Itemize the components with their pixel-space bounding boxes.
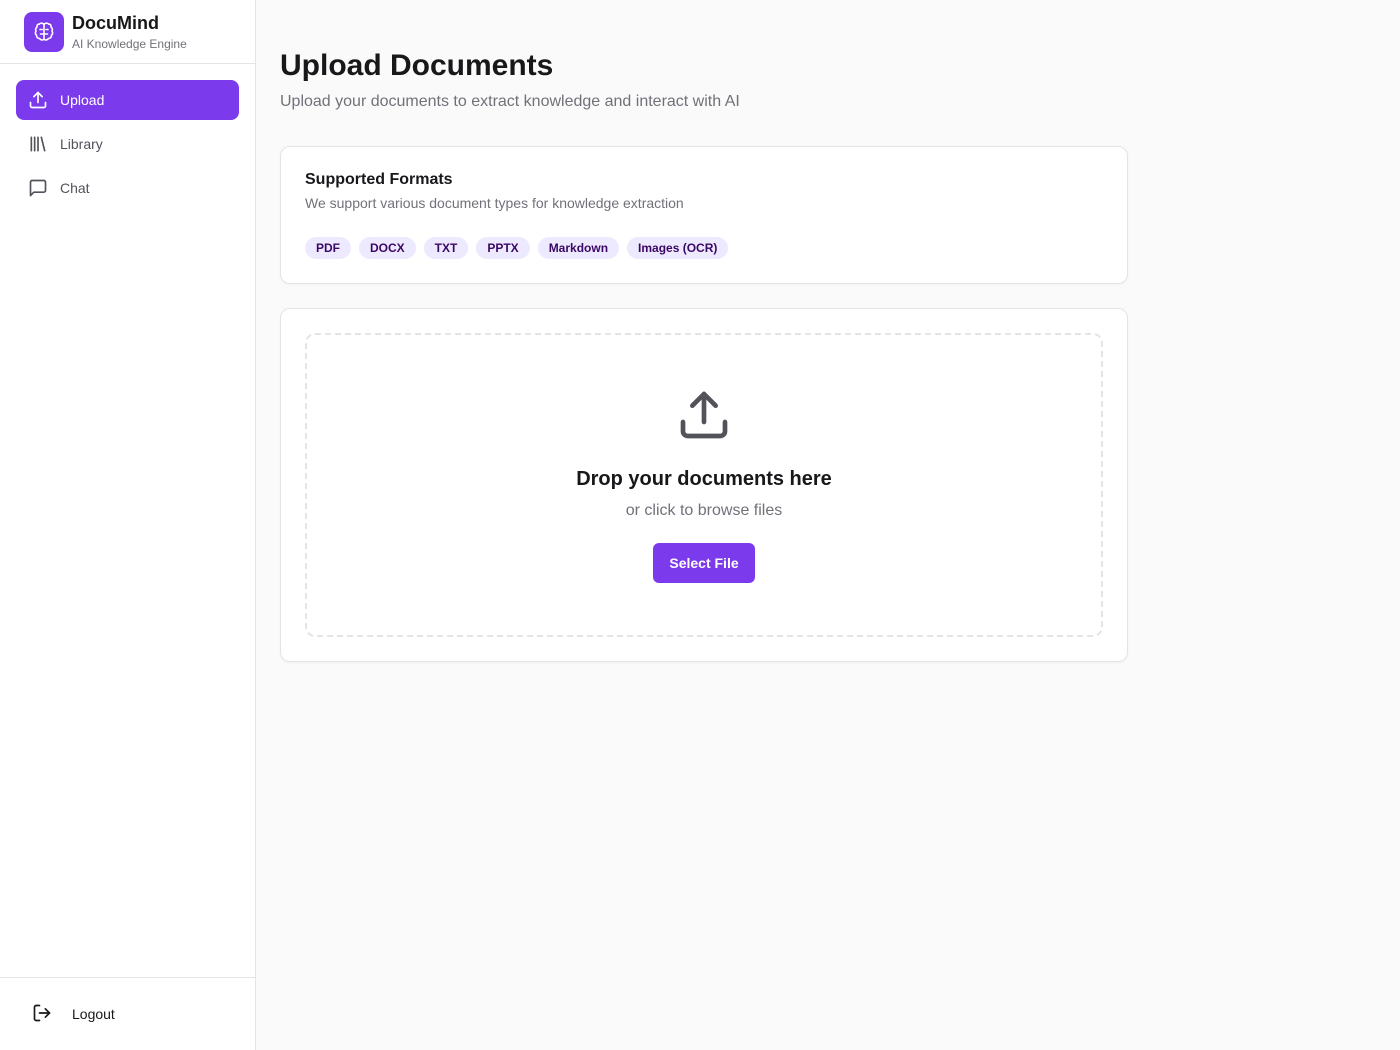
supported-formats-card: Supported Formats We support various doc… [280,146,1128,284]
upload-card: Drop your documents here or click to bro… [280,308,1128,662]
upload-icon [676,387,732,443]
sidebar-item-chat[interactable]: Chat [16,168,239,208]
dropzone[interactable]: Drop your documents here or click to bro… [305,333,1103,637]
main-content: Upload Documents Upload your documents t… [256,0,1400,1050]
logout-label: Logout [72,1006,115,1022]
sidebar-item-label: Chat [60,180,90,196]
page-title: Upload Documents [280,49,554,82]
sidebar-item-upload[interactable]: Upload [16,80,239,120]
format-chip-txt: TXT [423,237,469,259]
app-shell: DocuMind AI Knowledge Engine Upload Libr… [0,0,1400,1050]
format-chip-pdf: PDF [305,237,351,259]
logout-button[interactable]: Logout [32,1003,115,1026]
dropzone-subtitle: or click to browse files [625,502,783,519]
chat-icon [28,178,48,198]
brand-name: DocuMind [72,12,159,33]
brand-subtitle: AI Knowledge Engine [72,36,187,51]
brand-header: DocuMind AI Knowledge Engine [0,0,255,64]
format-chip-pptx: PPTX [476,237,530,259]
logout-icon [32,1003,52,1026]
format-chip-images-ocr: Images (OCR) [627,237,729,259]
page-subtitle: Upload your documents to extract knowled… [280,93,740,110]
format-chip-markdown: Markdown [537,237,620,259]
dropzone-title: Drop your documents here [576,468,832,490]
format-chips: PDF DOCX TXT PPTX Markdown Images (OCR) [305,237,1103,259]
upload-icon [28,90,48,110]
library-icon [28,134,48,154]
formats-description: We support various document types for kn… [305,195,684,211]
sidebar-item-label: Library [60,136,103,152]
sidebar-item-library[interactable]: Library [16,124,239,164]
formats-title: Supported Formats [305,171,453,188]
brain-icon [24,11,64,52]
sidebar: DocuMind AI Knowledge Engine Upload Libr… [0,0,256,1050]
sidebar-item-label: Upload [60,92,105,108]
sidebar-footer: Logout [0,977,255,1050]
format-chip-docx: DOCX [359,237,416,259]
select-file-button[interactable]: Select File [653,543,755,583]
sidebar-nav: Upload Library Chat [0,64,255,977]
